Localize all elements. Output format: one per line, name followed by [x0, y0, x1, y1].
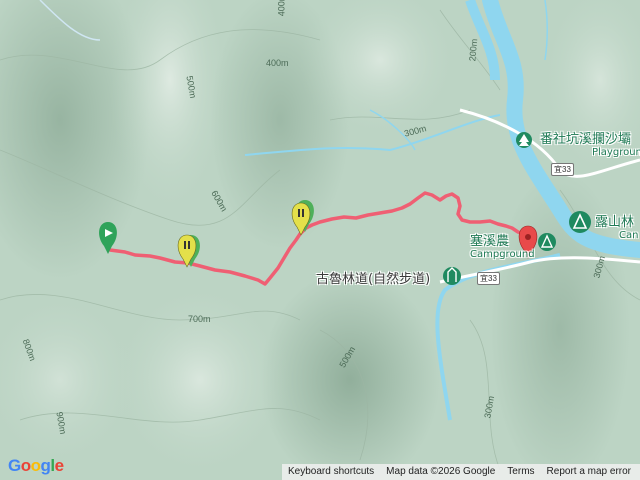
- poi-sub: Playground: [592, 147, 640, 158]
- contour-label: 700m: [188, 314, 211, 324]
- contour-label: 400m: [266, 58, 289, 68]
- road-shield: 宜33: [551, 163, 574, 176]
- poi-label-lushan[interactable]: 露山林 Can: [595, 211, 638, 241]
- contour-label: 200m: [467, 38, 480, 62]
- campground-icon[interactable]: [569, 211, 591, 233]
- trail-icon[interactable]: [443, 267, 461, 285]
- poi-label-saixi[interactable]: 塞溪農 Campground: [470, 230, 535, 260]
- poi-sub: Can: [619, 230, 639, 241]
- trail-label[interactable]: 古魯林道(自然步道): [316, 268, 430, 287]
- poi-name: 塞溪農: [470, 234, 510, 249]
- poi-sub: Campground: [470, 249, 535, 260]
- campground-icon[interactable]: [538, 233, 556, 251]
- attribution-bar: Keyboard shortcuts Map data ©2026 Google…: [282, 464, 640, 480]
- map-data-text: Map data ©2026 Google: [386, 466, 496, 477]
- poi-label-paishe[interactable]: 番社坑溪攔沙壩 Playground: [540, 128, 640, 158]
- google-logo[interactable]: Google: [8, 456, 64, 476]
- keyboard-shortcuts-link[interactable]: Keyboard shortcuts: [282, 464, 380, 480]
- road-shield: 宜33: [477, 272, 500, 285]
- terrain-map[interactable]: [0, 0, 640, 480]
- poi-name: 番社坑溪攔沙壩: [540, 132, 632, 147]
- contour-label: 400m: [276, 0, 287, 17]
- poi-name: 露山林: [595, 215, 635, 230]
- terms-link[interactable]: Terms: [501, 464, 540, 480]
- tree-icon[interactable]: [516, 132, 532, 148]
- report-error-link[interactable]: Report a map error: [541, 464, 637, 480]
